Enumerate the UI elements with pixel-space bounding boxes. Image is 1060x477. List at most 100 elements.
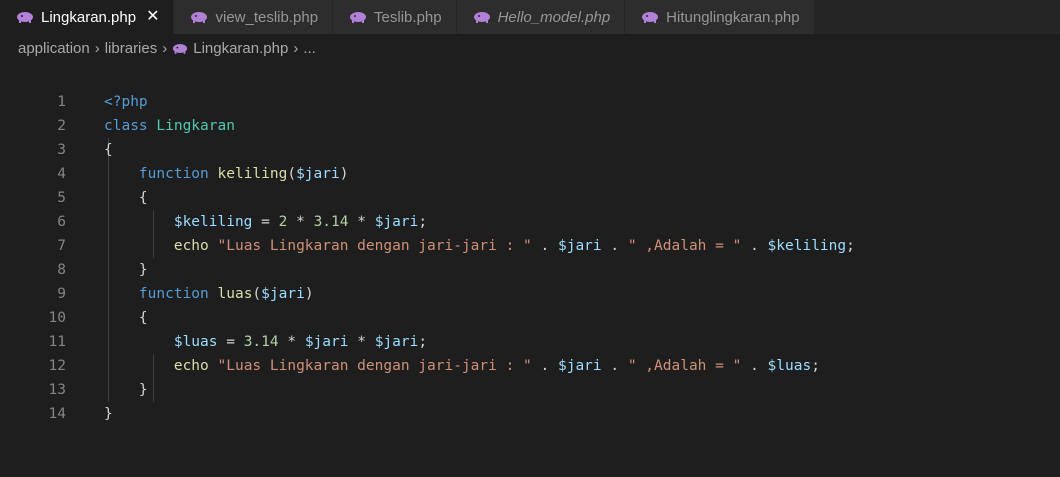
code-text: $keliling = 2 * 3.14 * $jari; — [104, 210, 427, 234]
code-editor[interactable]: 1 <?php 2 class Lingkaran 3{4 function kelil… — [0, 90, 1060, 477]
code-text: echo "Luas Lingkaran dengan jari-jari : … — [104, 354, 820, 378]
code-line[interactable]: 4 function keliling($jari) — [0, 162, 1060, 186]
code-token: $luas — [173, 334, 218, 350]
code-token: $jari — [296, 166, 340, 182]
code-line[interactable]: 5 { — [0, 186, 1060, 210]
code-token: ( — [252, 286, 262, 302]
code-token: . — [601, 238, 628, 254]
chevron-right-icon: › — [293, 39, 299, 57]
breadcrumb-item-symbols[interactable]: ... — [303, 40, 316, 57]
line-number: 13 — [48, 382, 66, 398]
code-token: * — [348, 214, 375, 230]
code-token: ; — [418, 214, 428, 230]
line-number: 12 — [48, 358, 66, 374]
code-token: $jari — [261, 286, 305, 302]
code-token: $jari — [304, 334, 349, 350]
tab-hitunglingkaran-php[interactable]: Hitunglingkaran.php — [625, 0, 815, 34]
code-token: { — [138, 190, 148, 206]
code-text: function keliling($jari) — [104, 162, 349, 186]
code-line[interactable]: 12 echo "Luas Lingkaran dengan jari-jari… — [0, 354, 1060, 378]
code-line[interactable]: 8 } — [0, 258, 1060, 282]
chevron-right-icon: › — [162, 39, 168, 57]
breadcrumb-item-file[interactable]: Lingkaran.php — [193, 40, 288, 57]
code-token: echo — [173, 238, 218, 254]
php-elephant-icon — [642, 12, 659, 23]
code-line[interactable]: 14} — [0, 402, 1060, 426]
code-line[interactable]: 1 <?php — [0, 90, 1060, 114]
tab-hello-model-php[interactable]: Hello_model.php — [456, 0, 626, 34]
php-elephant-icon — [191, 12, 208, 23]
code-token: echo — [173, 358, 218, 374]
tab-lingkaran-php[interactable]: Lingkaran.php ✕ — [0, 0, 175, 34]
php-elephant-icon — [350, 12, 367, 23]
code-token: 3.14 — [243, 334, 279, 350]
code-token: "Luas Lingkaran dengan jari-jari : " — [217, 238, 532, 254]
code-token: . — [531, 358, 558, 374]
line-number: 2 — [57, 118, 66, 134]
tab-teslib-php[interactable]: Teslib.php — [333, 0, 457, 34]
code-text: <?php — [104, 90, 148, 114]
code-token: $luas — [767, 358, 812, 374]
code-token: ) — [304, 286, 314, 302]
tab-label: Hitunglingkaran.php — [666, 8, 800, 26]
code-token: $jari — [374, 214, 419, 230]
breadcrumb-item-libraries[interactable]: libraries — [105, 40, 158, 57]
line-number: 4 — [57, 166, 66, 182]
tab-label: Hello_model.php — [497, 8, 611, 26]
line-number: 1 — [57, 94, 66, 110]
code-line[interactable]: 3{ — [0, 138, 1060, 162]
code-text: } — [104, 402, 113, 426]
code-token: " ,Adalah = " — [627, 358, 742, 374]
line-number: 9 — [57, 286, 66, 302]
code-text: { — [104, 138, 113, 162]
code-token: { — [138, 310, 148, 326]
line-number: 3 — [57, 142, 66, 158]
code-token: luas — [217, 286, 253, 302]
code-token: ( — [287, 166, 297, 182]
editor-tab-bar: Lingkaran.php ✕ view_teslib.php Teslib.p… — [0, 0, 1060, 34]
code-text: $luas = 3.14 * $jari * $jari; — [104, 330, 427, 354]
code-token: } — [138, 382, 148, 398]
code-line[interactable]: 13 } — [0, 378, 1060, 402]
code-text: } — [104, 258, 148, 282]
line-number: 6 — [57, 214, 66, 230]
code-line[interactable]: 6 $keliling = 2 * 3.14 * $jari; — [0, 210, 1060, 234]
php-elephant-icon — [173, 43, 188, 54]
tab-label: Teslib.php — [374, 8, 442, 26]
code-text: { — [104, 186, 148, 210]
breadcrumb-item-application[interactable]: application — [18, 40, 90, 57]
code-token: ; — [846, 238, 855, 254]
code-token: = — [252, 214, 279, 230]
code-line[interactable]: 11 $luas = 3.14 * $jari * $jari; — [0, 330, 1060, 354]
code-token: $keliling — [767, 238, 847, 254]
code-token: = — [217, 334, 244, 350]
code-token: 3.14 — [313, 214, 349, 230]
code-text: } — [104, 378, 148, 402]
code-token: $jari — [557, 358, 602, 374]
code-text: echo "Luas Lingkaran dengan jari-jari : … — [104, 234, 855, 258]
code-token: * — [287, 214, 314, 230]
code-token: " ,Adalah = " — [627, 238, 742, 254]
line-number: 10 — [48, 310, 66, 326]
close-icon[interactable]: ✕ — [146, 9, 159, 25]
code-line[interactable]: 9 function luas($jari) — [0, 282, 1060, 306]
breadcrumb: application › libraries › Lingkaran.php … — [0, 34, 1060, 62]
code-line[interactable]: 7 echo "Luas Lingkaran dengan jari-jari … — [0, 234, 1060, 258]
tab-view-teslib-php[interactable]: view_teslib.php — [174, 0, 334, 34]
code-token: * — [278, 334, 305, 350]
code-token: ; — [811, 358, 820, 374]
code-text: class Lingkaran — [104, 114, 235, 138]
code-text: { — [104, 306, 148, 330]
code-token: . — [741, 238, 768, 254]
code-line[interactable]: 2 class Lingkaran — [0, 114, 1060, 138]
php-elephant-icon — [473, 12, 490, 23]
chevron-right-icon: › — [94, 39, 100, 57]
code-line[interactable]: 10 { — [0, 306, 1060, 330]
